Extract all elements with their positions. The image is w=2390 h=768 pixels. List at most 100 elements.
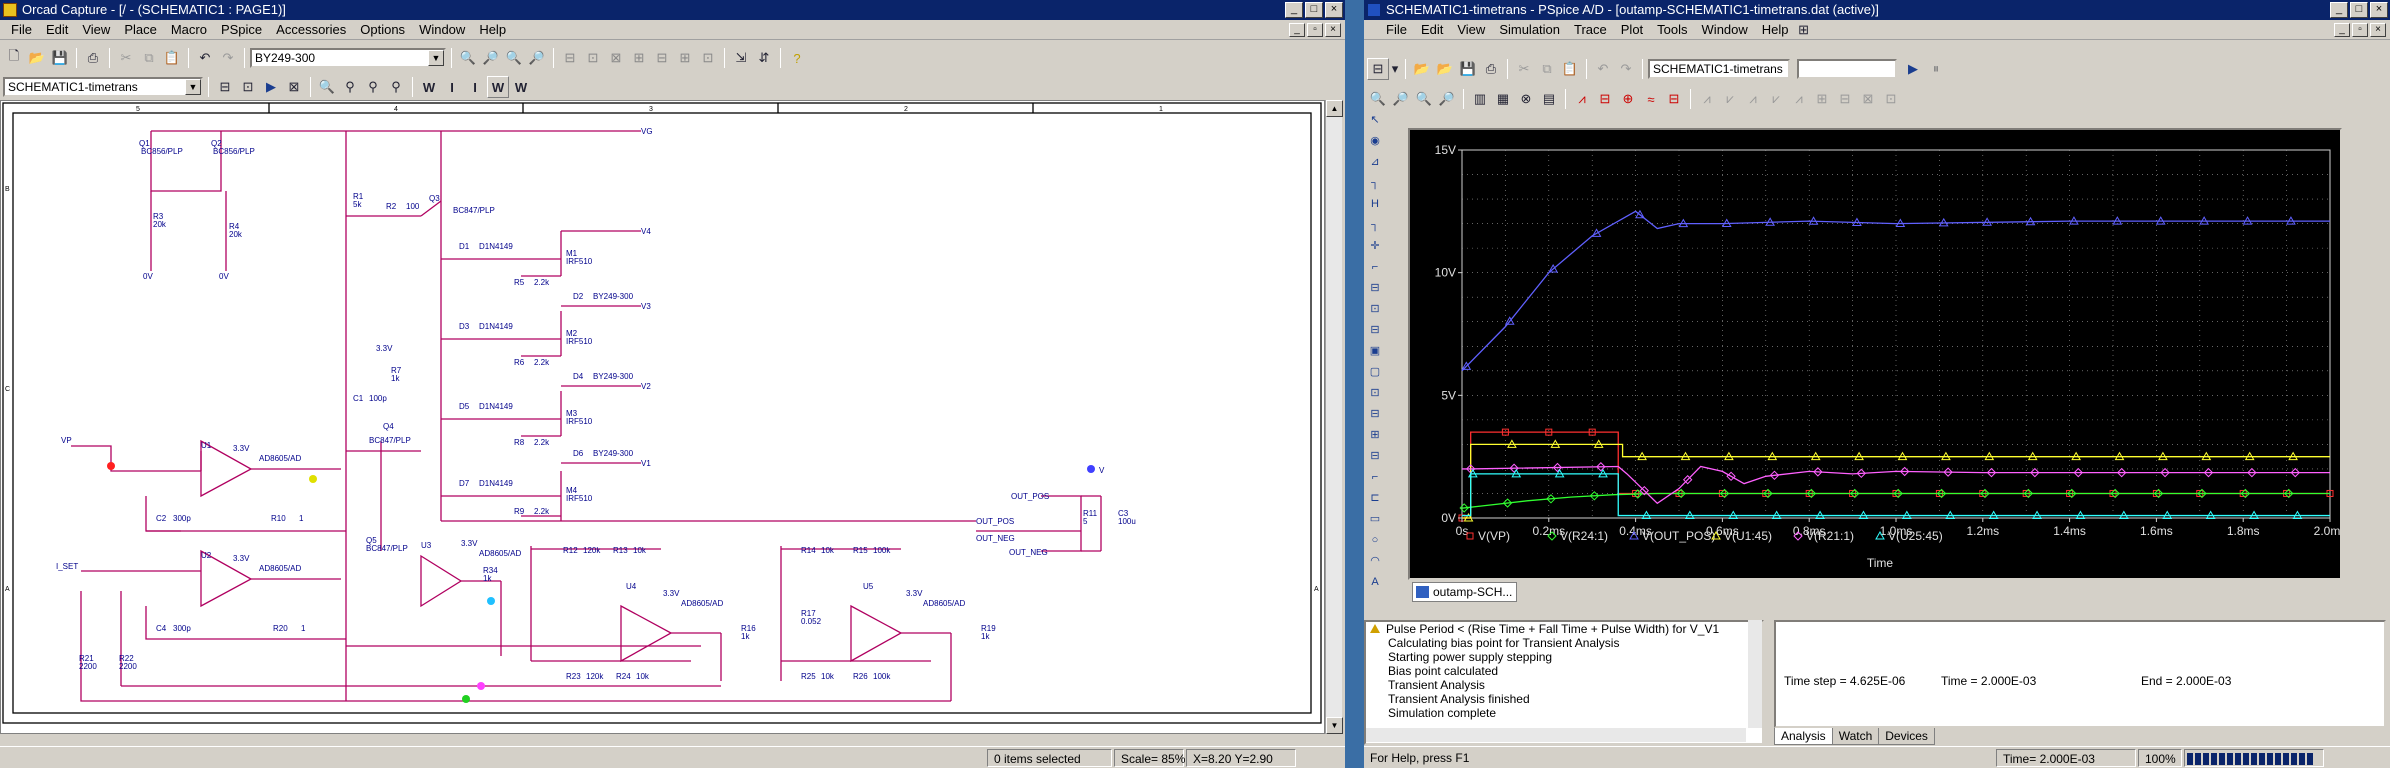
log-x-icon[interactable]: ▥ <box>1469 88 1491 110</box>
run-icon[interactable]: ▶ <box>260 76 282 98</box>
place-polyline-icon[interactable]: ⊏ <box>1364 488 1386 507</box>
menu-macro[interactable]: Macro <box>164 20 214 40</box>
schematic-combo[interactable]: SCHEMATIC1-timetrans ▼ <box>3 77 203 97</box>
current-marker-icon[interactable]: I <box>441 76 463 98</box>
undo-icon[interactable]: ↶ <box>1592 58 1614 80</box>
schematic-vscroll[interactable]: ▲ ▼ <box>1325 100 1343 734</box>
close-button[interactable]: × <box>2370 2 2388 18</box>
new-simulation-icon[interactable]: ⊟ <box>214 76 236 98</box>
scroll-down-icon[interactable]: ▼ <box>1326 717 1343 734</box>
cursor-slope-icon[interactable]: ⩘ <box>1742 88 1764 110</box>
trace-marks-icon[interactable]: ≈ <box>1640 88 1662 110</box>
zoom-out-icon[interactable]: 🔎 <box>1390 88 1412 110</box>
probe-icon[interactable]: 🔍 <box>316 76 338 98</box>
chevron-down-icon[interactable]: ▼ <box>185 79 201 95</box>
edit-simulation-icon[interactable]: ⊡ <box>237 76 259 98</box>
chevron-down-icon[interactable]: ▼ <box>428 50 444 66</box>
menu-help[interactable]: Help <box>472 20 513 40</box>
log-y-icon[interactable]: ▤ <box>1538 88 1560 110</box>
place-block-icon[interactable]: ▣ <box>1364 341 1386 360</box>
redo-icon[interactable]: ↷ <box>1615 58 1637 80</box>
cursor-next-icon[interactable]: ⊠ <box>1857 88 1879 110</box>
mdi-restore-button[interactable]: ▫ <box>1307 22 1323 37</box>
paste-icon[interactable]: 📋 <box>1559 58 1581 80</box>
menu-window[interactable]: Window <box>412 20 472 40</box>
menu-accessories[interactable]: Accessories <box>269 20 353 40</box>
bom-icon[interactable]: ⊞ <box>674 47 696 69</box>
menu-edit[interactable]: Edit <box>39 20 75 40</box>
place-arc-icon[interactable]: ◠ <box>1364 551 1386 570</box>
marker-2-icon[interactable]: ⚲ <box>362 76 384 98</box>
power-marker-icon[interactable]: W <box>487 76 509 98</box>
place-junction-icon[interactable]: ✛ <box>1364 236 1386 255</box>
place-line-icon[interactable]: ⌐ <box>1364 467 1386 486</box>
zoom-fit-icon[interactable]: 🔎 <box>1436 88 1458 110</box>
place-title-icon[interactable]: ⊟ <box>1364 446 1386 465</box>
place-port-icon[interactable]: ⊡ <box>1364 383 1386 402</box>
help-icon[interactable]: ? <box>786 47 808 69</box>
menu-pspice[interactable]: PSpice <box>214 20 269 40</box>
tab-analysis[interactable]: Analysis <box>1774 728 1833 745</box>
menu-view[interactable]: View <box>75 20 117 40</box>
cursor-trough-icon[interactable]: ⩗ <box>1719 88 1741 110</box>
place-text-icon[interactable]: A <box>1364 572 1386 591</box>
redo-icon[interactable]: ↷ <box>217 47 239 69</box>
zoom-area-icon[interactable]: 🔍 <box>503 47 525 69</box>
part-combo[interactable]: BY249-300 ▼ <box>250 48 446 68</box>
place-power-icon[interactable]: ⊟ <box>1364 278 1386 297</box>
menu-simulation[interactable]: Simulation <box>1492 20 1567 40</box>
menu-place[interactable]: Place <box>117 20 164 40</box>
menu-file[interactable]: File <box>1368 20 1414 40</box>
drc-icon[interactable]: ⊠ <box>605 47 627 69</box>
minimize-button[interactable]: _ <box>2330 2 2348 18</box>
profile-combo[interactable]: SCHEMATIC1-timetrans <box>1648 59 1790 79</box>
menu-edit[interactable]: Edit <box>1414 20 1450 40</box>
place-noconnect-icon[interactable]: ⊟ <box>1364 404 1386 423</box>
menu-view[interactable]: View <box>1450 20 1492 40</box>
copy-icon[interactable]: ⧉ <box>138 47 160 69</box>
crossref-icon[interactable]: ⊟ <box>651 47 673 69</box>
netlist-icon[interactable]: ⊞ <box>628 47 650 69</box>
output-vscroll[interactable] <box>1748 620 1762 728</box>
cut-icon[interactable]: ✂ <box>1513 58 1535 80</box>
save-icon[interactable]: 💾 <box>1457 58 1479 80</box>
zoom-area-icon[interactable]: 🔍 <box>1413 88 1435 110</box>
cursor-search-icon[interactable]: ⊟ <box>1834 88 1856 110</box>
place-pin-icon[interactable]: ▢ <box>1364 362 1386 381</box>
tab-devices[interactable]: Devices <box>1878 728 1935 745</box>
pause-icon[interactable]: ⏸ <box>1925 58 1947 80</box>
trace-combo[interactable] <box>1797 59 1897 79</box>
place-ellipse-icon[interactable]: ○ <box>1364 530 1386 549</box>
marker-icon[interactable]: ⚲ <box>339 76 361 98</box>
run-icon[interactable]: ▶ <box>1902 58 1924 80</box>
schematic-canvas[interactable]: Q1 BC856/PLP Q2 BC856/PLP R3 20k R4 20k … <box>0 100 1325 734</box>
mdi-minimize-button[interactable]: _ <box>1289 22 1305 37</box>
cut-icon[interactable]: ✂ <box>115 47 137 69</box>
current-marker-2-icon[interactable]: I <box>464 76 486 98</box>
menu-tools[interactable]: Tools <box>1650 20 1694 40</box>
place-hier-icon[interactable]: H <box>1364 194 1386 213</box>
snap-grid-icon[interactable]: ⊡ <box>697 47 719 69</box>
probe-plot-window[interactable]: 0s 0.2ms 0.4ms 0.6ms 0.8ms 1.0ms 1.2ms 1.4ms 1.6… <box>1408 128 2342 580</box>
cursor-point-icon[interactable]: ⊞ <box>1811 88 1833 110</box>
power-marker-2-icon[interactable]: W <box>510 76 532 98</box>
zoom-out-icon[interactable]: 🔎 <box>480 47 502 69</box>
save-icon[interactable]: 💾 <box>49 47 71 69</box>
copy-icon[interactable]: ⧉ <box>1536 58 1558 80</box>
place-alias-icon[interactable]: ⊞ <box>1364 425 1386 444</box>
menu-window[interactable]: Window <box>1695 20 1755 40</box>
place-offpage-icon[interactable]: ⊟ <box>1364 320 1386 339</box>
tab-watch[interactable]: Watch <box>1831 728 1880 745</box>
mdi-minimize-button[interactable]: _ <box>2334 22 2350 37</box>
output-hscroll[interactable] <box>1366 728 1746 742</box>
new-icon[interactable]: 🗋 <box>3 47 25 69</box>
zoom-all-icon[interactable]: 🔎 <box>526 47 548 69</box>
plot-window-icon[interactable]: ⊕ <box>1617 88 1639 110</box>
close-button[interactable]: × <box>1325 2 1343 18</box>
output-window[interactable]: Pulse Period < (Rise Time + Fall Time + … <box>1364 620 1764 745</box>
menu-file[interactable]: File <box>4 20 39 40</box>
context-help-icon[interactable]: ⊞ <box>1796 19 1812 41</box>
pspice-titlebar[interactable]: SCHEMATIC1-timetrans - PSpice A/D - [out… <box>1364 0 2390 20</box>
open-icon[interactable]: 📂 <box>26 47 48 69</box>
place-part-icon[interactable]: ◉ <box>1364 131 1386 150</box>
